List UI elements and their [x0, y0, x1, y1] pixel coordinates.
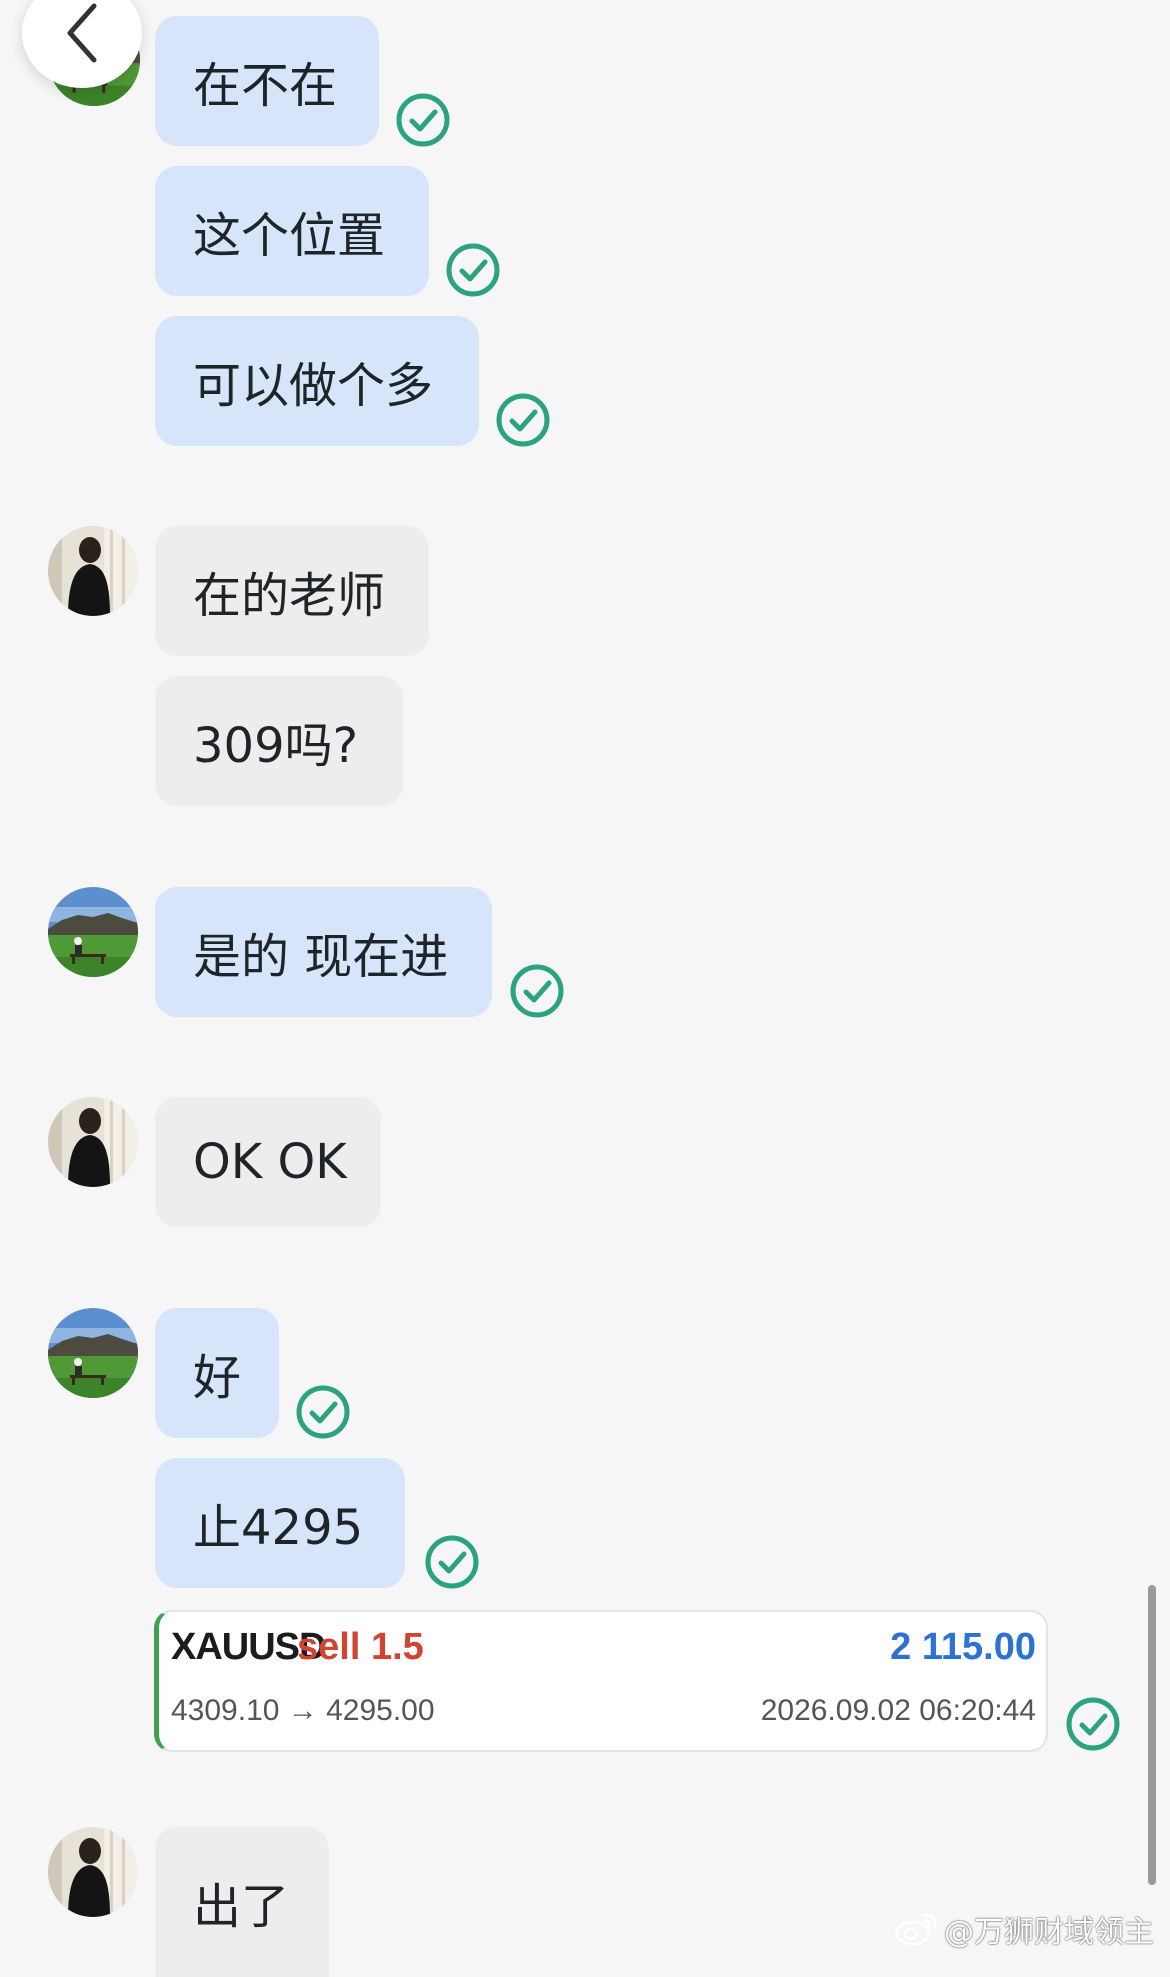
check-circle-icon — [423, 1533, 481, 1591]
avatar[interactable] — [48, 1308, 138, 1398]
message-bubble-outgoing[interactable]: 可以做个多 — [155, 316, 479, 446]
message-bubble-incoming[interactable]: 出了 — [155, 1827, 329, 1977]
trade-timestamp: 2026.09.02 06:20:44 — [760, 1694, 1036, 1727]
trade-price-range: 4309.10 → 4295.00 — [171, 1694, 435, 1727]
avatar[interactable] — [48, 1827, 138, 1917]
message-bubble-outgoing[interactable]: 是的 现在进 — [155, 887, 492, 1017]
check-circle-icon — [394, 91, 452, 149]
message-bubble-incoming[interactable]: 309吗? — [155, 676, 403, 806]
watermark: @万狮财域领主 — [894, 1907, 1154, 1951]
trade-card[interactable]: XAUUSD sell 1.5 2 115.00 4309.10 → 4295.… — [154, 1610, 1048, 1752]
avatar[interactable] — [48, 887, 138, 977]
check-circle-icon — [508, 962, 566, 1020]
check-circle-icon — [294, 1383, 352, 1441]
avatar[interactable] — [48, 1097, 138, 1187]
trade-profit: 2 115.00 — [890, 1626, 1036, 1668]
message-bubble-outgoing[interactable]: 好 — [155, 1308, 279, 1438]
check-circle-icon — [1064, 1695, 1122, 1753]
chevron-left-icon — [67, 3, 97, 63]
message-bubble-incoming[interactable]: 在的老师 — [155, 526, 429, 656]
message-bubble-outgoing[interactable]: 在不在 — [155, 16, 379, 146]
trade-side: sell 1.5 — [297, 1626, 424, 1668]
message-bubble-outgoing[interactable]: 止4295 — [155, 1458, 405, 1588]
scrollbar[interactable] — [1148, 1585, 1156, 1885]
avatar[interactable] — [48, 526, 138, 616]
watermark-text: @万狮财域领主 — [944, 1915, 1154, 1950]
check-circle-icon — [444, 241, 502, 299]
message-bubble-incoming[interactable]: OK OK — [155, 1097, 381, 1227]
weibo-icon — [895, 1913, 937, 1946]
check-circle-icon — [494, 391, 552, 449]
message-bubble-outgoing[interactable]: 这个位置 — [155, 166, 429, 296]
